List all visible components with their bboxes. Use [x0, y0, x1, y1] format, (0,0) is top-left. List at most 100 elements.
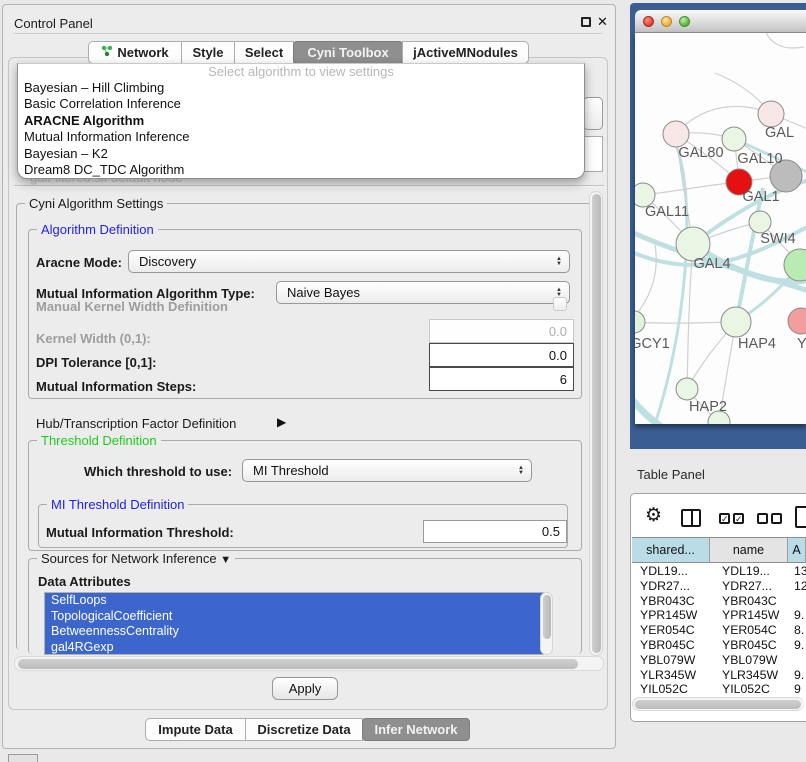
aracne-mode-select[interactable]: Discovery ▲▼ [128, 250, 570, 273]
algorithm-option-dream8-dc-tdc-algorithm[interactable]: Dream8 DC_TDC Algorithm [18, 162, 584, 178]
tab-infer-network[interactable]: Infer Network [362, 718, 470, 741]
tab-style[interactable]: Style [181, 41, 235, 64]
data-attributes-list[interactable]: SelfLoopsTopologicalCoefficientBetweenne… [44, 592, 544, 655]
algorithm-option-mutual-information-inference[interactable]: Mutual Information Inference [18, 129, 584, 145]
aracne-mode-label: Aracne Mode: [36, 255, 122, 270]
data-attribute-option-topologicalcoefficient[interactable]: TopologicalCoefficient [45, 609, 543, 625]
network-node-gal[interactable] [758, 101, 784, 127]
gear-icon[interactable]: ⚙ [645, 506, 662, 525]
tab-impute-data[interactable]: Impute Data [145, 718, 246, 741]
data-attribute-option-gal4rgexp[interactable]: gal4RGexp [45, 640, 543, 656]
table-cell[interactable]: YBR045C [710, 638, 788, 653]
select-all-checkbox-icon-2[interactable]: ✓ [733, 513, 744, 524]
network-node[interactable] [784, 249, 806, 281]
tab-cyni-toolbox[interactable]: Cyni Toolbox [293, 41, 403, 64]
network-canvas[interactable]: GALGAL80GAL10GAL1GAL11SWI4GAL4GCY1HAP4YH… [635, 33, 806, 424]
minimize-traffic-light[interactable] [661, 16, 672, 27]
expand-arrow-icon[interactable]: ▶ [277, 415, 286, 429]
close-traffic-light[interactable] [643, 16, 654, 27]
settings-vertical-scrollbar[interactable] [589, 191, 603, 656]
table-cell[interactable]: YIL052C [632, 682, 710, 697]
table-cell[interactable]: YDR27... [632, 579, 710, 594]
table-cell[interactable]: 12 [788, 579, 806, 594]
mi-steps-field[interactable]: 6 [429, 367, 574, 391]
algorithm-option-bayesian-k2[interactable]: Bayesian – K2 [18, 146, 584, 162]
table-cell[interactable] [788, 594, 806, 609]
settings-horizontal-scrollbar[interactable] [14, 656, 604, 671]
tab-discretize-data[interactable]: Discretize Data [245, 718, 363, 741]
tab-jactivemnodules[interactable]: jActiveMNodules [402, 41, 529, 64]
data-attribute-option-selfloops[interactable]: SelfLoops [45, 593, 543, 609]
table-cell[interactable]: 9. [788, 668, 806, 683]
network-node-gal10[interactable] [722, 127, 746, 151]
table-cell[interactable]: YBR043C [632, 594, 710, 609]
select-all-checkbox-icon[interactable]: ✓ [719, 513, 730, 524]
dpi-tolerance-field[interactable]: 0.0 [429, 343, 574, 367]
network-node-gcy1[interactable] [635, 311, 645, 333]
table-cell[interactable]: YBR043C [710, 594, 788, 609]
table-cell[interactable]: YBL079W [632, 653, 710, 668]
table-cell[interactable]: YLR345W [632, 668, 710, 683]
algorithm-option-bayesian-hill-climbing[interactable]: Bayesian – Hill Climbing [18, 80, 584, 96]
table-cell[interactable] [788, 653, 806, 668]
table-cell[interactable]: YDL19... [632, 564, 710, 579]
collapse-arrow-icon[interactable]: ▼ [220, 554, 231, 566]
mi-type-select[interactable]: Naive Bayes ▲▼ [276, 281, 570, 304]
table-cell[interactable]: 9. [788, 638, 806, 653]
table-cell[interactable]: YER054C [632, 623, 710, 638]
network-icon [101, 45, 113, 60]
table-cell[interactable]: 9 [788, 682, 806, 697]
algorithm-option-basic-correlation-inference[interactable]: Basic Correlation Inference [18, 96, 584, 112]
table-cell[interactable]: YBL079W [710, 653, 788, 668]
apply-button[interactable]: Apply [272, 677, 338, 700]
network-node-y[interactable] [788, 308, 806, 334]
close-icon[interactable]: ✕ [597, 14, 608, 30]
columns-icon[interactable] [681, 509, 701, 527]
attributes-scrollbar-thumb[interactable] [543, 595, 551, 639]
settings-hscrollbar-thumb[interactable] [18, 659, 578, 669]
table-cell[interactable]: YPR145W [632, 608, 710, 623]
network-node-hap4[interactable] [721, 307, 751, 337]
settings-vscrollbar-thumb[interactable] [592, 194, 601, 653]
deselect-all-checkbox-icon-2[interactable] [771, 513, 782, 524]
column-header-name[interactable]: name [710, 537, 788, 563]
float-window-icon[interactable] [581, 17, 591, 27]
table-cell[interactable]: YBR045C [632, 638, 710, 653]
cut-off-button[interactable] [8, 754, 38, 762]
table-cell[interactable]: YPR145W [710, 608, 788, 623]
network-node-hap2[interactable] [676, 378, 698, 400]
kernel-width-field[interactable]: 0.0 [429, 319, 574, 343]
tab-network[interactable]: Network [88, 41, 182, 64]
table-cell[interactable]: 9. [788, 608, 806, 623]
function-builder-icon[interactable] [795, 506, 806, 528]
table-cell[interactable]: 8. [788, 623, 806, 638]
manual-kernel-checkbox[interactable] [553, 297, 567, 311]
network-window-titlebar[interactable] [635, 10, 806, 33]
tab-select[interactable]: Select [234, 41, 294, 64]
data-attribute-option-betweennesscentrality[interactable]: BetweennessCentrality [45, 624, 543, 640]
tab-label: Cyni Toolbox [307, 45, 388, 60]
table-cell[interactable]: 13 [788, 564, 806, 579]
top-tab-bar: Network Style Select Cyni Toolbox jActiveMNo… [88, 41, 529, 64]
manual-kernel-label: Manual Kernel Width Definition [36, 299, 228, 314]
table-horizontal-scrollbar[interactable] [632, 697, 804, 711]
column-header-shared[interactable]: shared... [632, 537, 710, 563]
table-cell[interactable]: YLR345W [710, 668, 788, 683]
column-header-a[interactable]: A [788, 537, 806, 563]
deselect-all-checkbox-icon[interactable] [757, 513, 768, 524]
network-node-label: HAP4 [738, 336, 776, 352]
network-node-gal80[interactable] [663, 121, 689, 147]
zoom-traffic-light[interactable] [679, 16, 690, 27]
table-cell[interactable]: YDR27... [710, 579, 788, 594]
table-hscrollbar-thumb[interactable] [635, 700, 801, 709]
algorithm-option-aracne-algorithm[interactable]: ARACNE Algorithm [18, 113, 584, 129]
table-cell[interactable]: YDL19... [710, 564, 788, 579]
table-cell[interactable]: YER054C [710, 623, 788, 638]
attributes-list-scrollbar[interactable] [540, 592, 553, 655]
algorithm-select-popup: Select algorithm to view settings Bayesi… [17, 63, 585, 179]
tab-label: Style [192, 45, 223, 60]
table-cell[interactable]: YIL052C [710, 682, 788, 697]
network-node-swi4[interactable] [749, 211, 771, 233]
mi-threshold-field[interactable]: 0.5 [423, 520, 567, 543]
which-threshold-select[interactable]: MI Threshold ▲▼ [242, 459, 532, 482]
